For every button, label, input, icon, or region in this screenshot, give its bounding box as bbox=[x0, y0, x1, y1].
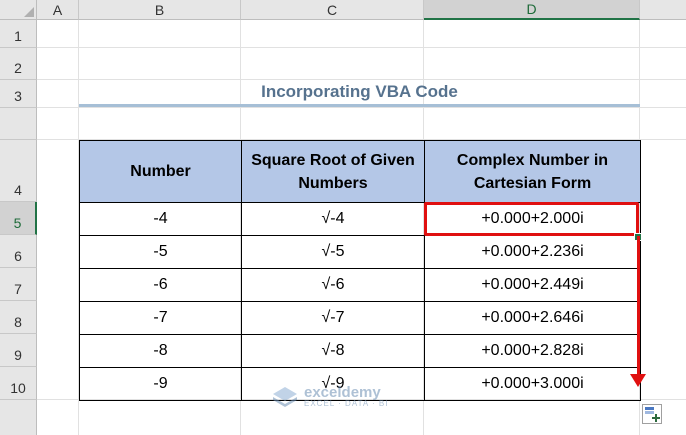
cell-square-root[interactable]: √-5 bbox=[241, 235, 425, 269]
cell-number[interactable]: -8 bbox=[79, 334, 242, 368]
table-row: -7 √-7 +0.000+2.646i bbox=[79, 301, 641, 335]
drag-arrow-line bbox=[637, 236, 640, 376]
title-underline bbox=[79, 104, 640, 107]
spreadsheet: A B C D 1 2 3 4 5 6 7 8 9 10 Incorporati… bbox=[0, 0, 686, 435]
cell-complex-number[interactable]: +0.000+2.449i bbox=[424, 268, 641, 302]
row-header-3b[interactable] bbox=[0, 108, 37, 140]
table-row: -5 √-5 +0.000+2.236i bbox=[79, 235, 641, 269]
row-header-9[interactable]: 9 bbox=[0, 334, 37, 367]
autofill-options-button[interactable] bbox=[642, 404, 662, 424]
cell-square-root[interactable]: √-8 bbox=[241, 334, 425, 368]
header-cell-square-root[interactable]: Square Root of Given Numbers bbox=[241, 140, 425, 203]
gridline bbox=[37, 47, 686, 48]
gridline bbox=[37, 107, 686, 108]
selected-cell-highlight bbox=[424, 202, 639, 236]
column-header-b[interactable]: B bbox=[79, 0, 241, 20]
select-all-triangle-icon bbox=[24, 7, 34, 17]
column-header-c[interactable]: C bbox=[241, 0, 424, 20]
cell-number[interactable]: -6 bbox=[79, 268, 242, 302]
watermark-tagline: EXCEL · DATA · BI bbox=[304, 399, 389, 408]
row-header-10[interactable]: 10 bbox=[0, 367, 37, 400]
cell-number[interactable]: -9 bbox=[79, 367, 242, 401]
row-header-6[interactable]: 6 bbox=[0, 235, 37, 268]
drag-arrow-head-icon bbox=[630, 374, 646, 387]
header-cell-number[interactable]: Number bbox=[79, 140, 242, 203]
watermark-name: exceldemy bbox=[304, 384, 381, 401]
cell-complex-number[interactable]: +0.000+3.000i bbox=[424, 367, 641, 401]
row-header-8[interactable]: 8 bbox=[0, 301, 37, 334]
select-all-corner[interactable] bbox=[0, 0, 37, 20]
column-header-a[interactable]: A bbox=[37, 0, 79, 20]
row-header-4[interactable]: 4 bbox=[0, 140, 37, 202]
cell-number[interactable]: -7 bbox=[79, 301, 242, 335]
exceldemy-logo-icon bbox=[273, 386, 297, 407]
cell-square-root[interactable]: √-4 bbox=[241, 202, 425, 236]
cell-square-root[interactable]: √-7 bbox=[241, 301, 425, 335]
cell-complex-number[interactable]: +0.000+2.828i bbox=[424, 334, 641, 368]
cell-number[interactable]: -4 bbox=[79, 202, 242, 236]
column-header-d[interactable]: D bbox=[424, 0, 640, 20]
header-cell-complex-number[interactable]: Complex Number in Cartesian Form bbox=[424, 140, 641, 203]
cell-complex-number[interactable]: +0.000+2.236i bbox=[424, 235, 641, 269]
row-header-3[interactable]: 3 bbox=[0, 80, 37, 108]
table-header-row: Number Square Root of Given Numbers Comp… bbox=[79, 140, 641, 203]
row-header-1[interactable]: 1 bbox=[0, 20, 37, 48]
row-header-11[interactable] bbox=[0, 400, 37, 435]
cell-number[interactable]: -5 bbox=[79, 235, 242, 269]
cell-square-root[interactable]: √-6 bbox=[241, 268, 425, 302]
data-table: Number Square Root of Given Numbers Comp… bbox=[79, 140, 641, 401]
table-row: -6 √-6 +0.000+2.449i bbox=[79, 268, 641, 302]
row-header-5[interactable]: 5 bbox=[0, 202, 37, 235]
row-header-7[interactable]: 7 bbox=[0, 268, 37, 301]
watermark: exceldemy EXCEL · DATA · BI bbox=[272, 385, 388, 408]
cell-complex-number[interactable]: +0.000+2.646i bbox=[424, 301, 641, 335]
table-row: -8 √-8 +0.000+2.828i bbox=[79, 334, 641, 368]
autofill-options-icon bbox=[645, 407, 660, 422]
row-header-2[interactable]: 2 bbox=[0, 48, 37, 80]
column-header-e[interactable] bbox=[640, 0, 686, 20]
sheet-title[interactable]: Incorporating VBA Code bbox=[79, 78, 640, 106]
